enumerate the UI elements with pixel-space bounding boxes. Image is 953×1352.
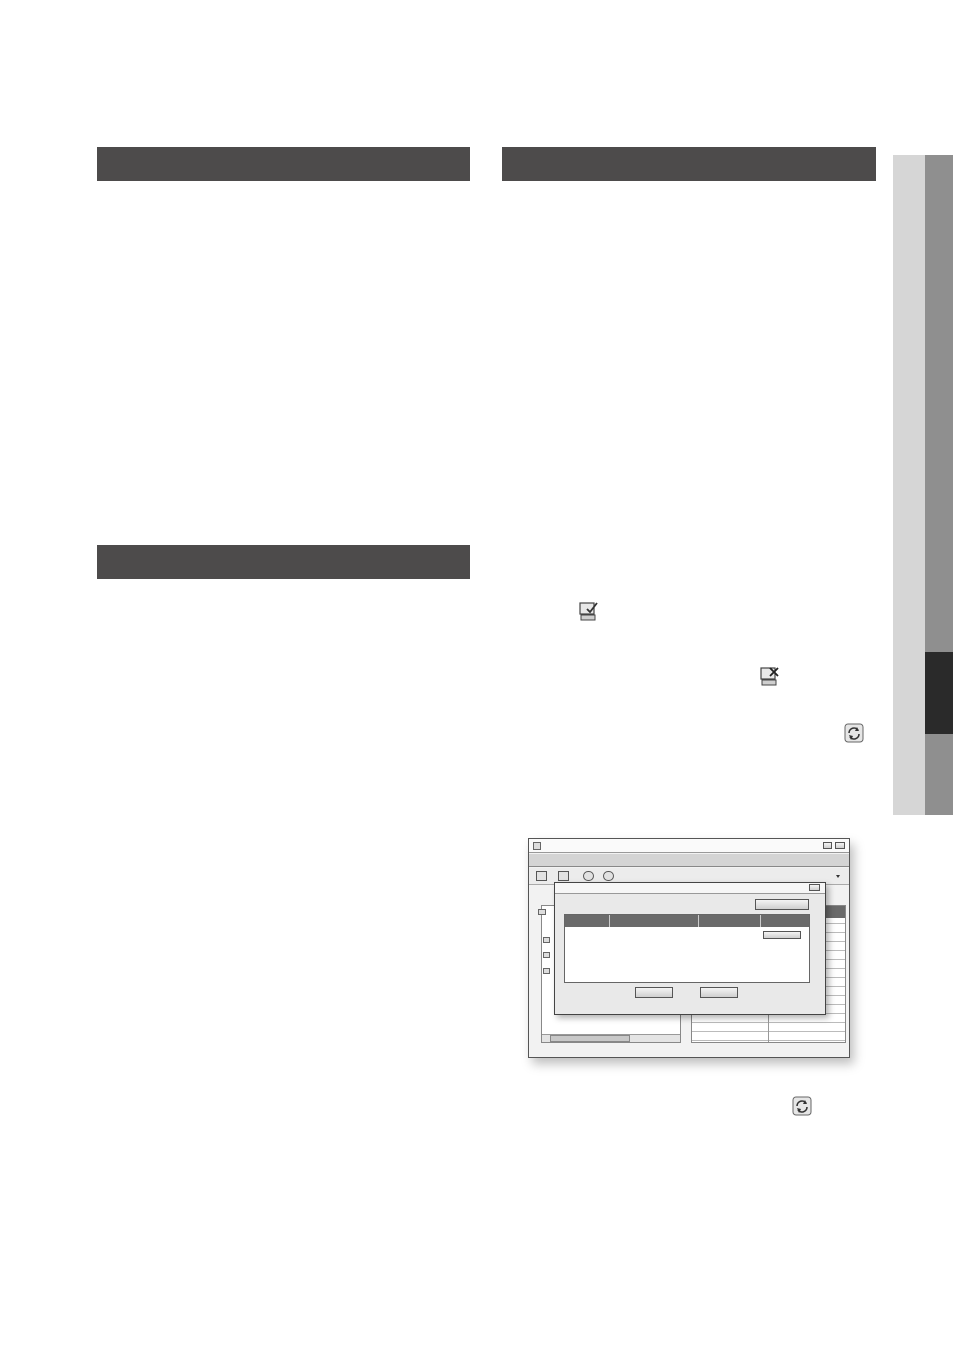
refresh-icon: [843, 722, 865, 744]
folder-icon: [538, 909, 546, 915]
side-tab-light: [893, 155, 925, 815]
horizontal-scrollbar[interactable]: [542, 1034, 680, 1042]
dialog-close-button[interactable]: [809, 884, 820, 891]
section-header-bar-3: [97, 545, 470, 579]
dialog-box: [554, 882, 826, 1015]
folder-icon: [543, 952, 550, 958]
ok-button[interactable]: [635, 987, 673, 998]
disk-x-icon: [759, 665, 781, 687]
toolbar-disk-check-icon[interactable]: [536, 871, 547, 881]
side-tab-active: [925, 652, 953, 734]
toolbar-refresh-icon[interactable]: [603, 871, 614, 881]
column-header: [610, 915, 699, 927]
row-action-button[interactable]: [763, 931, 801, 939]
folder-icon: [543, 968, 550, 974]
app-icon: [533, 842, 541, 850]
disk-check-icon: [578, 600, 600, 622]
column-header: [699, 915, 761, 927]
section-header-bar-1: [97, 147, 470, 181]
toolbar-disk-x-icon[interactable]: [558, 871, 569, 881]
cancel-button[interactable]: [700, 987, 738, 998]
close-button[interactable]: [835, 842, 845, 849]
refresh-icon: [791, 1095, 813, 1117]
minimize-button[interactable]: [823, 842, 832, 849]
dialog-title-bar: [555, 883, 825, 894]
dialog-list-header: [565, 915, 809, 927]
scroll-thumb[interactable]: [550, 1035, 630, 1042]
section-header-bar-2: [502, 147, 876, 181]
dialog-top-button[interactable]: [755, 899, 809, 910]
menu-bar: [529, 854, 849, 867]
dialog-list: [564, 914, 810, 983]
toolbar-dropdown-arrow-icon[interactable]: [836, 875, 840, 878]
column-header: [565, 915, 610, 927]
folder-icon: [543, 937, 550, 943]
column-header: [761, 915, 809, 927]
toolbar-sync-icon[interactable]: [583, 871, 594, 881]
software-window-illustration: [528, 838, 850, 1058]
window-title-bar: [529, 839, 849, 853]
